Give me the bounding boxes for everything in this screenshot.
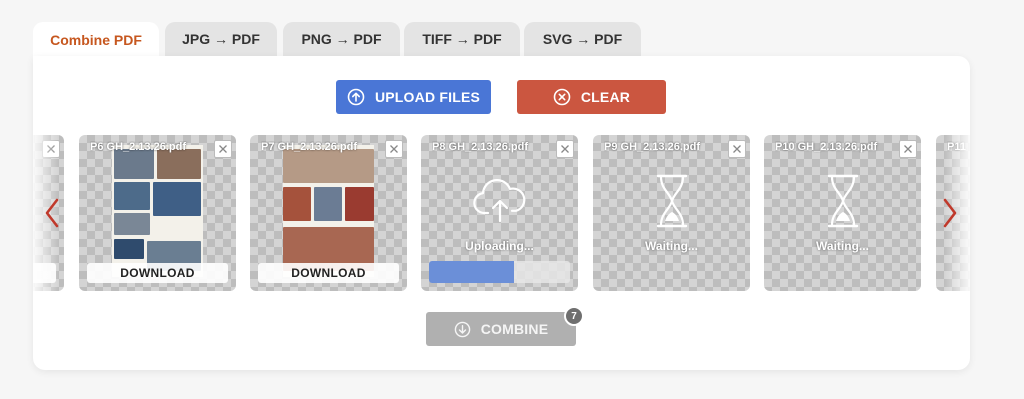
combine-button[interactable]: COMBINE bbox=[426, 312, 576, 346]
clear-circle-x-icon bbox=[553, 88, 571, 106]
clear-button[interactable]: CLEAR bbox=[517, 80, 666, 114]
clear-label: CLEAR bbox=[580, 89, 631, 105]
download-button[interactable]: DOWNLOAD bbox=[258, 263, 399, 283]
tab-tiff-to-pdf[interactable]: TIFF → PDF bbox=[404, 22, 520, 56]
file-card-p9: P9 GH_2.13.26.pdf Waiting... bbox=[593, 135, 750, 291]
file-name: P11 bbox=[947, 141, 966, 153]
upload-files-button[interactable]: UPLOAD FILES bbox=[336, 80, 491, 114]
upload-status: Uploading... bbox=[465, 239, 534, 253]
file-name: P7 GH_2.13.26.pdf bbox=[261, 141, 357, 153]
upload-circle-icon bbox=[347, 88, 365, 106]
combine-label: COMBINE bbox=[480, 321, 549, 337]
file-name: P10 GH_2.13.26.pdf bbox=[775, 141, 878, 153]
upload-progress-bar bbox=[429, 261, 570, 283]
tab-png-to-pdf[interactable]: PNG → PDF bbox=[283, 22, 400, 56]
chevron-right-icon[interactable] bbox=[940, 198, 960, 228]
waiting-status: Waiting... bbox=[816, 239, 869, 253]
file-name: P9 GH_2.13.26.pdf bbox=[604, 141, 700, 153]
page-thumbnail-p7 bbox=[283, 145, 374, 277]
download-circle-icon bbox=[454, 321, 471, 338]
file-card-p10: P10 GH_2.13.26.pdf Waiting... bbox=[764, 135, 921, 291]
close-icon[interactable] bbox=[42, 140, 60, 158]
download-button-partial[interactable] bbox=[33, 263, 56, 283]
page-thumbnail-p6 bbox=[112, 145, 203, 277]
waiting-status: Waiting... bbox=[645, 239, 698, 253]
close-icon[interactable] bbox=[556, 140, 574, 158]
tab-combine-pdf[interactable]: Combine PDF bbox=[33, 22, 159, 58]
upload-progress-fill bbox=[429, 261, 514, 283]
cloud-upload-icon bbox=[472, 179, 528, 230]
hourglass-icon bbox=[825, 173, 861, 234]
file-name: P8 GH_2.13.26.pdf bbox=[432, 141, 528, 153]
chevron-left-icon[interactable] bbox=[42, 198, 62, 228]
file-count-badge: 7 bbox=[564, 306, 584, 326]
file-card-p7: P7 GH_2.13.26.pdf DOWNLOAD bbox=[250, 135, 407, 291]
tab-svg-to-pdf[interactable]: SVG → PDF bbox=[524, 22, 641, 56]
file-card-p8: P8 GH_2.13.26.pdf Uploading... bbox=[421, 135, 578, 291]
upload-files-label: UPLOAD FILES bbox=[374, 89, 481, 105]
tab-jpg-to-pdf[interactable]: JPG → PDF bbox=[165, 22, 277, 56]
close-icon[interactable] bbox=[214, 140, 232, 158]
close-icon[interactable] bbox=[728, 140, 746, 158]
download-button[interactable]: DOWNLOAD bbox=[87, 263, 228, 283]
close-icon[interactable] bbox=[385, 140, 403, 158]
file-name: P6 GH_2.13.26.pdf bbox=[90, 141, 186, 153]
file-card-p6: P6 GH_2.13.26.pdf DOWNLOAD bbox=[79, 135, 236, 291]
close-icon[interactable] bbox=[899, 140, 917, 158]
hourglass-icon bbox=[654, 173, 690, 234]
file-carousel: P6 GH_2.13.26.pdf DOWNLOAD P7 GH_2.13.26… bbox=[33, 132, 970, 294]
